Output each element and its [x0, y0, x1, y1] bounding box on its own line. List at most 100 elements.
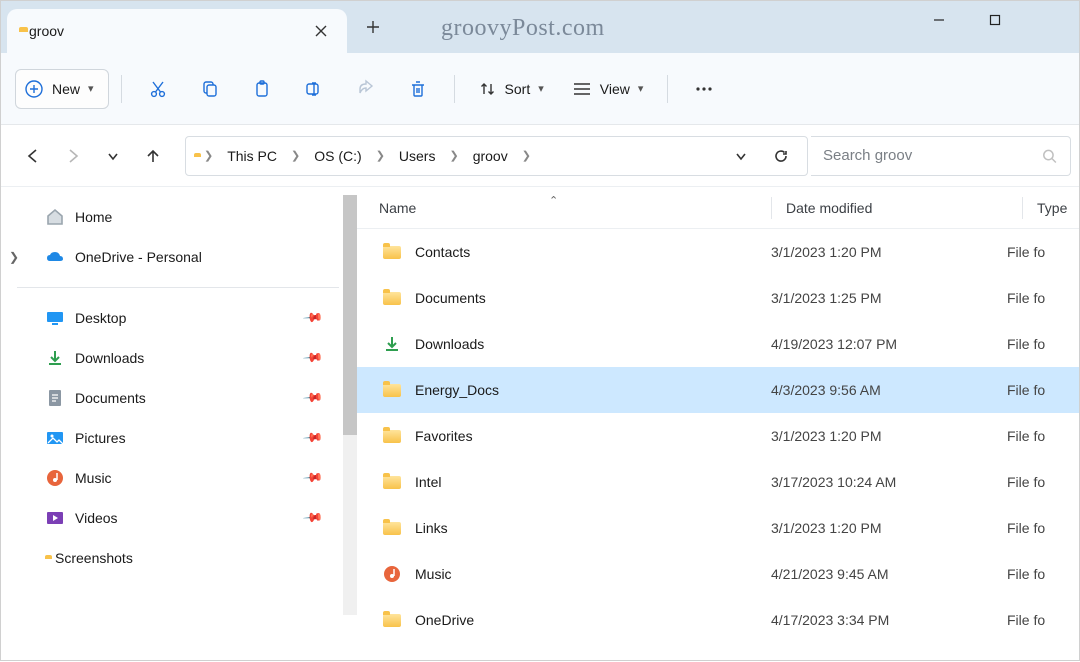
new-button[interactable]: New ▾	[15, 69, 109, 109]
address-dropdown-button[interactable]	[723, 138, 759, 174]
share-button[interactable]	[342, 67, 390, 111]
window-close-button[interactable]	[1023, 1, 1079, 39]
cut-button[interactable]	[134, 67, 182, 111]
sidebar-item[interactable]: Screenshots	[17, 538, 351, 578]
separator	[17, 287, 339, 288]
breadcrumb-item[interactable]: Users	[395, 148, 440, 164]
column-header-name[interactable]: Name ⌃	[379, 200, 771, 216]
forward-button[interactable]	[55, 138, 91, 174]
back-button[interactable]	[15, 138, 51, 174]
column-header-type[interactable]: Type	[1037, 200, 1079, 216]
rename-button[interactable]	[290, 67, 338, 111]
view-label: View	[600, 81, 630, 97]
chevron-down-icon: ▾	[538, 82, 544, 95]
file-row[interactable]: OneDrive4/17/2023 3:34 PMFile fo	[357, 597, 1079, 643]
breadcrumb-item[interactable]: This PC	[223, 148, 281, 164]
file-date: 4/19/2023 12:07 PM	[771, 336, 1007, 352]
file-date: 3/1/2023 1:20 PM	[771, 520, 1007, 536]
separator	[454, 75, 455, 103]
cloud-icon	[45, 247, 65, 267]
search-box[interactable]	[811, 136, 1071, 176]
view-button[interactable]: View ▾	[560, 69, 656, 109]
file-row[interactable]: Contacts3/1/2023 1:20 PMFile fo	[357, 229, 1079, 275]
music-icon	[45, 468, 65, 488]
sidebar-item-home[interactable]: Home	[17, 197, 351, 237]
file-type: File fo	[1007, 474, 1079, 490]
folder-icon	[379, 476, 405, 489]
file-name: Contacts	[415, 244, 771, 260]
separator	[667, 75, 668, 103]
sidebar-item-label: Videos	[75, 510, 118, 526]
sidebar-item[interactable]: Pictures 📌	[17, 418, 351, 458]
folder-icon	[379, 292, 405, 305]
sidebar-item-label: Home	[75, 209, 112, 225]
file-name: Documents	[415, 290, 771, 306]
breadcrumb-item[interactable]: OS (C:)	[310, 148, 365, 164]
active-tab[interactable]: groov	[7, 9, 347, 53]
file-date: 3/1/2023 1:20 PM	[771, 244, 1007, 260]
address-bar-row: ❯ This PC ❯ OS (C:) ❯ Users ❯ groov ❯	[1, 125, 1079, 187]
chevron-down-icon: ▾	[638, 82, 644, 95]
sidebar-item[interactable]: Documents📌	[17, 378, 351, 418]
address-bar[interactable]: ❯ This PC ❯ OS (C:) ❯ Users ❯ groov ❯	[185, 136, 808, 176]
sidebar-item[interactable]: Music📌	[17, 458, 351, 498]
sidebar-item-label: Documents	[75, 390, 146, 406]
desktop-icon	[45, 308, 65, 328]
folder-icon	[379, 430, 405, 443]
file-date: 4/17/2023 3:34 PM	[771, 612, 1007, 628]
search-input[interactable]	[823, 147, 1041, 164]
file-name: Downloads	[415, 336, 771, 352]
breadcrumb-item[interactable]: groov	[469, 148, 512, 164]
sidebar-item-label: Pictures	[75, 430, 126, 446]
copy-button[interactable]	[186, 67, 234, 111]
column-header-date[interactable]: Date modified	[786, 200, 1022, 216]
pictures-icon	[45, 428, 65, 448]
chevron-right-icon: ❯	[200, 149, 217, 162]
pin-icon: 📌	[302, 467, 325, 490]
folder-icon	[379, 246, 405, 259]
file-row[interactable]: Documents3/1/2023 1:25 PMFile fo	[357, 275, 1079, 321]
file-name: Links	[415, 520, 771, 536]
sort-button[interactable]: Sort ▾	[467, 69, 556, 109]
clipboard-icon	[252, 79, 272, 99]
tab-title: groov	[29, 23, 297, 39]
sidebar-item[interactable]: Videos📌	[17, 498, 351, 538]
minimize-button[interactable]	[911, 1, 967, 39]
chevron-right-icon[interactable]: ❯	[9, 250, 19, 264]
delete-button[interactable]	[394, 67, 442, 111]
file-type: File fo	[1007, 520, 1079, 536]
sidebar-item[interactable]: Desktop📌	[17, 298, 351, 338]
file-row[interactable]: Links3/1/2023 1:20 PMFile fo	[357, 505, 1079, 551]
more-button[interactable]	[680, 67, 728, 111]
file-type: File fo	[1007, 244, 1079, 260]
file-date: 3/17/2023 10:24 AM	[771, 474, 1007, 490]
scrollbar-thumb[interactable]	[343, 195, 357, 435]
paste-button[interactable]	[238, 67, 286, 111]
file-row[interactable]: Music4/21/2023 9:45 AMFile fo	[357, 551, 1079, 597]
sidebar-item[interactable]: Downloads📌	[17, 338, 351, 378]
close-tab-button[interactable]	[307, 17, 335, 45]
file-row[interactable]: Energy_Docs4/3/2023 9:56 AMFile fo	[357, 367, 1079, 413]
file-row[interactable]: Downloads4/19/2023 12:07 PMFile fo	[357, 321, 1079, 367]
refresh-button[interactable]	[763, 138, 799, 174]
new-button-label: New	[52, 81, 80, 97]
up-button[interactable]	[135, 138, 171, 174]
separator[interactable]	[1022, 197, 1023, 219]
separator[interactable]	[771, 197, 772, 219]
chevron-right-icon: ❯	[445, 149, 462, 162]
file-list-pane: Name ⌃ Date modified Type Contacts3/1/20…	[357, 187, 1079, 662]
sidebar-item-onedrive[interactable]: ❯ OneDrive - Personal	[17, 237, 351, 277]
trash-icon	[408, 79, 428, 99]
file-type: File fo	[1007, 290, 1079, 306]
file-name: Intel	[415, 474, 771, 490]
file-row[interactable]: Favorites3/1/2023 1:20 PMFile fo	[357, 413, 1079, 459]
pin-icon: 📌	[302, 427, 325, 450]
folder-icon	[379, 614, 405, 627]
new-tab-button[interactable]	[353, 7, 393, 47]
download-icon	[45, 348, 65, 368]
recent-button[interactable]	[95, 138, 131, 174]
home-icon	[45, 207, 65, 227]
copy-icon	[200, 79, 220, 99]
maximize-button[interactable]	[967, 1, 1023, 39]
file-row[interactable]: Intel3/17/2023 10:24 AMFile fo	[357, 459, 1079, 505]
